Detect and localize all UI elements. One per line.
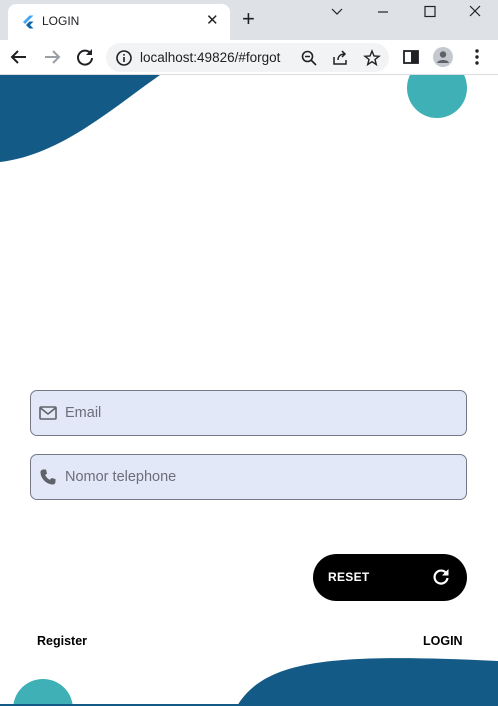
flutter-icon	[23, 15, 34, 29]
login-link[interactable]: LOGIN	[423, 634, 463, 648]
refresh-icon	[433, 569, 449, 585]
reset-button[interactable]: RESET	[313, 554, 467, 601]
url-path: :49826/#forgot	[193, 50, 281, 65]
minimize-icon[interactable]	[371, 2, 395, 22]
address-bar[interactable]: localhost:49826/#forgot	[106, 43, 389, 72]
tab-search-icon[interactable]	[325, 2, 349, 22]
close-tab-icon[interactable]: ✕	[206, 13, 219, 29]
zoom-icon[interactable]	[300, 49, 318, 67]
top-teal-circle	[407, 75, 467, 118]
top-blue-wave	[0, 75, 160, 162]
forward-icon[interactable]	[41, 46, 63, 68]
email-field[interactable]	[30, 390, 467, 436]
browser-toolbar: localhost:49826/#forgot	[0, 40, 498, 75]
bottom-teal-circle	[13, 679, 73, 706]
close-window-icon[interactable]	[463, 2, 487, 22]
reload-icon[interactable]	[74, 46, 96, 68]
new-tab-button[interactable]: +	[242, 8, 255, 30]
browser-chrome: LOGIN ✕ + localhost:49826/#forgot	[0, 0, 498, 75]
url-host: localhost	[140, 50, 194, 65]
tab-strip: LOGIN ✕ +	[0, 0, 498, 40]
profile-avatar-icon[interactable]	[432, 46, 454, 68]
url-text: localhost:49826/#forgot	[140, 50, 280, 65]
email-input[interactable]	[65, 391, 455, 435]
phone-icon	[40, 469, 56, 485]
page-content: RESET Register LOGIN	[0, 75, 498, 706]
mail-icon	[39, 406, 57, 420]
reset-button-label: RESET	[328, 570, 370, 584]
register-link[interactable]: Register	[37, 634, 87, 648]
browser-tab[interactable]: LOGIN ✕	[8, 4, 230, 40]
more-menu-icon[interactable]	[466, 46, 488, 68]
bottom-blue-wave	[237, 658, 498, 706]
back-icon[interactable]	[8, 46, 30, 68]
tab-title: LOGIN	[42, 14, 80, 28]
share-icon[interactable]	[331, 49, 349, 67]
phone-input[interactable]	[65, 455, 455, 499]
info-icon[interactable]	[115, 49, 133, 67]
side-panel-icon[interactable]	[400, 46, 422, 68]
maximize-icon[interactable]	[418, 2, 442, 22]
bookmark-star-icon[interactable]	[363, 49, 381, 67]
phone-field[interactable]	[30, 454, 467, 500]
